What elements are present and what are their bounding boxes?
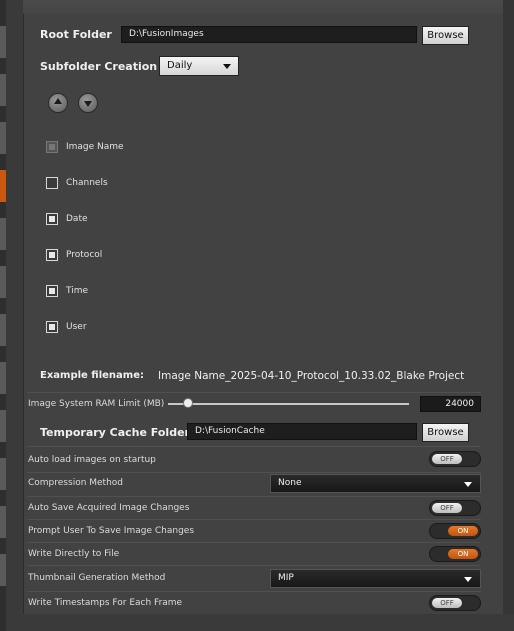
channels-label: Channels xyxy=(66,178,108,188)
move-up-button[interactable] xyxy=(48,93,68,113)
auto-load-toggle[interactable]: OFF xyxy=(429,451,481,467)
down-arrow-icon xyxy=(84,101,92,107)
divider xyxy=(27,591,481,592)
example-filename-label: Example filename: xyxy=(40,370,144,381)
auto-save-toggle[interactable]: OFF xyxy=(429,500,481,516)
chevron-down-icon xyxy=(464,482,472,487)
root-folder-browse-button[interactable]: Browse xyxy=(422,26,469,45)
cache-folder-input[interactable]: D:\FusionCache xyxy=(187,423,417,440)
chevron-down-icon xyxy=(464,577,472,582)
thumbnail-label: Thumbnail Generation Method xyxy=(28,573,166,583)
write-direct-label: Write Directly to File xyxy=(28,549,120,559)
right-edge xyxy=(503,0,514,631)
rail-tab-8[interactable] xyxy=(0,362,6,394)
prompt-save-toggle-state: ON xyxy=(448,526,478,536)
auto-load-toggle-state: OFF xyxy=(432,454,462,464)
rail-tab-12[interactable] xyxy=(0,554,6,586)
subfolder-creation-dropdown[interactable]: Daily xyxy=(159,56,239,76)
rail-tab-7[interactable] xyxy=(0,314,6,346)
subfolder-creation-label: Subfolder Creation xyxy=(40,60,158,73)
write-direct-toggle[interactable]: ON xyxy=(429,546,481,562)
thumbnail-dropdown[interactable]: MIP xyxy=(270,569,481,588)
time-label: Time xyxy=(66,286,89,296)
rail-tab-11[interactable] xyxy=(0,506,6,538)
image-name-label: Image Name xyxy=(66,142,124,152)
time-checkbox[interactable] xyxy=(46,285,58,297)
ram-limit-slider-thumb[interactable] xyxy=(183,398,193,408)
auto-save-toggle-state: OFF xyxy=(432,503,462,513)
compression-label: Compression Method xyxy=(28,478,124,488)
user-label: User xyxy=(66,322,87,332)
divider xyxy=(27,392,481,393)
rail-tab-10[interactable] xyxy=(0,458,6,490)
compression-selected: None xyxy=(278,478,302,488)
divider xyxy=(27,519,481,520)
rail-tab-5[interactable] xyxy=(0,218,6,250)
cache-folder-label: Temporary Cache Folder xyxy=(40,426,190,439)
auto-load-label: Auto load images on startup xyxy=(28,455,156,465)
ram-limit-slider-track[interactable] xyxy=(168,403,409,405)
timestamps-label: Write Timestamps For Each Frame xyxy=(28,598,183,608)
rail-tab-3[interactable] xyxy=(0,122,6,154)
divider xyxy=(27,446,481,447)
prompt-save-label: Prompt User To Save Image Changes xyxy=(28,526,195,536)
move-down-button[interactable] xyxy=(78,93,98,113)
rail-tab-6[interactable] xyxy=(0,266,6,298)
auto-save-label: Auto Save Acquired Image Changes xyxy=(28,503,190,513)
rail-tab-2[interactable] xyxy=(0,74,6,106)
date-label: Date xyxy=(66,214,88,224)
subfolder-selected: Daily xyxy=(167,60,193,71)
divider xyxy=(27,565,481,566)
divider xyxy=(27,472,481,473)
protocol-checkbox[interactable] xyxy=(46,249,58,261)
left-rail xyxy=(0,0,6,631)
user-checkbox[interactable] xyxy=(46,321,58,333)
up-arrow-icon xyxy=(54,98,62,104)
divider xyxy=(27,496,481,497)
timestamps-toggle-state: OFF xyxy=(432,598,462,608)
rail-tab-1[interactable] xyxy=(0,26,6,58)
divider xyxy=(27,542,481,543)
image-name-checkbox xyxy=(46,141,58,153)
cache-folder-browse-button[interactable]: Browse xyxy=(422,423,469,442)
date-checkbox[interactable] xyxy=(46,213,58,225)
bottom-edge xyxy=(23,614,514,631)
chevron-down-icon xyxy=(223,64,231,69)
root-folder-input[interactable]: D:\FusionImages xyxy=(121,26,417,43)
write-direct-toggle-state: ON xyxy=(448,549,478,559)
panel-header-strip xyxy=(23,0,514,14)
channels-checkbox[interactable] xyxy=(46,177,58,189)
prompt-save-toggle[interactable]: ON xyxy=(429,523,481,539)
example-filename-value: Image Name_2025-04-10_Protocol_10.33.02_… xyxy=(158,370,465,382)
root-folder-label: Root Folder xyxy=(40,28,112,41)
compression-dropdown[interactable]: None xyxy=(270,474,481,493)
thumbnail-selected: MIP xyxy=(278,573,294,583)
timestamps-toggle[interactable]: OFF xyxy=(429,595,481,611)
rail-tab-9[interactable] xyxy=(0,410,6,442)
rail-tab-active[interactable] xyxy=(0,170,6,202)
protocol-label: Protocol xyxy=(66,250,103,260)
ram-limit-input[interactable]: 24000 xyxy=(420,396,481,412)
ram-limit-label: Image System RAM Limit (MB) xyxy=(28,399,165,409)
